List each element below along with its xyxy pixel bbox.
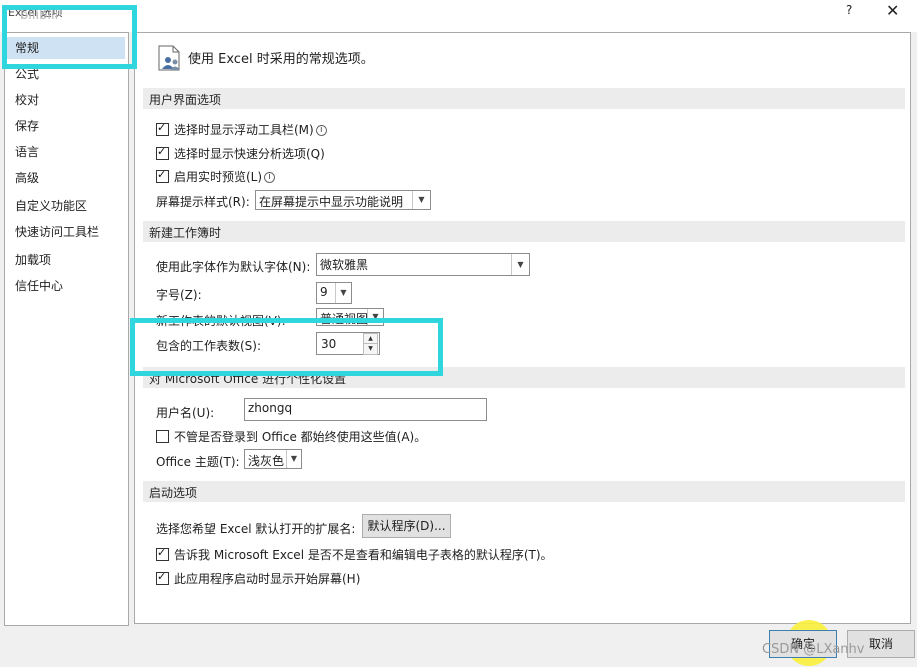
nav-item-language[interactable]: 语言: [15, 141, 39, 163]
default-font-value: 微软雅黑: [320, 258, 369, 272]
screentip-select[interactable]: 在屏幕提示中显示功能说明 ▼: [255, 190, 431, 210]
csdn-watermark: CSDN @LXanhv: [762, 642, 865, 657]
font-size-label: 字号(Z):: [156, 288, 202, 302]
people-settings-icon: [158, 45, 180, 71]
section-startup: 启动选项: [143, 481, 905, 502]
chevron-down-icon: ▼: [511, 254, 529, 275]
chevron-down-icon: ▼: [286, 450, 301, 468]
start-screen-checkbox[interactable]: [156, 570, 169, 585]
info-icon: i: [315, 125, 327, 136]
default-font-label: 使用此字体作为默认字体(N):: [156, 260, 311, 274]
highlight-box-sheet-count: [130, 318, 443, 376]
chevron-down-icon: ▼: [412, 191, 430, 209]
always-use-checkbox[interactable]: [156, 430, 169, 443]
nav-item-advanced[interactable]: 高级: [15, 167, 39, 189]
nav-item-quick-access-toolbar[interactable]: 快速访问工具栏: [15, 221, 99, 243]
default-font-select[interactable]: 微软雅黑 ▼: [316, 253, 530, 276]
office-theme-value: 浅灰色: [248, 454, 285, 468]
live-preview-checkbox[interactable]: [156, 168, 169, 183]
nav-item-save[interactable]: 保存: [15, 115, 39, 137]
quick-analysis-checkbox[interactable]: [156, 145, 169, 160]
nav-item-customize-ribbon[interactable]: 自定义功能区: [15, 195, 87, 217]
title-bar: Excel 选项 ? ✕: [0, 0, 917, 32]
section-ui-options: 用户界面选项: [143, 88, 905, 109]
office-theme-label: Office 主题(T):: [156, 455, 240, 469]
category-nav: 常规 公式 校对 保存 语言 高级 自定义功能区 快速访问工具栏 加载项 信任中…: [4, 32, 129, 626]
section-title: 启动选项: [149, 486, 198, 500]
live-preview-label: 启用实时预览(L) i: [174, 168, 276, 185]
section-new-workbook: 新建工作簿时: [143, 221, 905, 242]
nav-item-trust-center[interactable]: 信任中心: [15, 275, 63, 297]
font-size-value: 9: [320, 285, 328, 299]
start-screen-label: 此应用程序启动时显示开始屏幕(H): [174, 572, 361, 586]
font-size-select[interactable]: 9 ▼: [316, 282, 352, 304]
username-value: zhongq: [248, 401, 293, 415]
screentip-value: 在屏幕提示中显示功能说明: [259, 195, 404, 209]
tell-me-default-label: 告诉我 Microsoft Excel 是否不是查看和编辑电子表格的默认程序(T…: [174, 548, 553, 562]
chevron-down-icon: ▼: [335, 283, 351, 303]
tell-me-default-checkbox[interactable]: [156, 546, 169, 561]
help-button[interactable]: ?: [846, 3, 852, 17]
close-button[interactable]: ✕: [886, 1, 899, 20]
page-intro: 使用 Excel 时采用的常规选项。: [188, 52, 374, 67]
mini-toolbar-label: 选择时显示浮动工具栏(M) i: [174, 121, 327, 138]
nav-item-add-ins[interactable]: 加载项: [15, 249, 51, 271]
username-label: 用户名(U):: [156, 406, 215, 420]
info-icon: i: [264, 172, 276, 183]
nav-item-proofing[interactable]: 校对: [15, 89, 39, 111]
default-programs-button[interactable]: 默认程序(D)...: [362, 514, 451, 538]
office-theme-select[interactable]: 浅灰色 ▼: [244, 449, 302, 469]
default-extension-label: 选择您希望 Excel 默认打开的扩展名:: [156, 522, 356, 536]
quick-analysis-label: 选择时显示快速分析选项(Q): [174, 147, 325, 161]
section-title: 用户界面选项: [149, 93, 222, 107]
username-field[interactable]: zhongq: [244, 398, 487, 421]
section-title: 新建工作簿时: [149, 226, 222, 240]
screentip-label: 屏幕提示样式(R):: [156, 195, 250, 209]
always-use-label: 不管是否登录到 Office 都始终使用这些值(A)。: [174, 430, 427, 444]
highlight-box-nav: [2, 5, 137, 69]
mini-toolbar-checkbox[interactable]: [156, 121, 169, 136]
